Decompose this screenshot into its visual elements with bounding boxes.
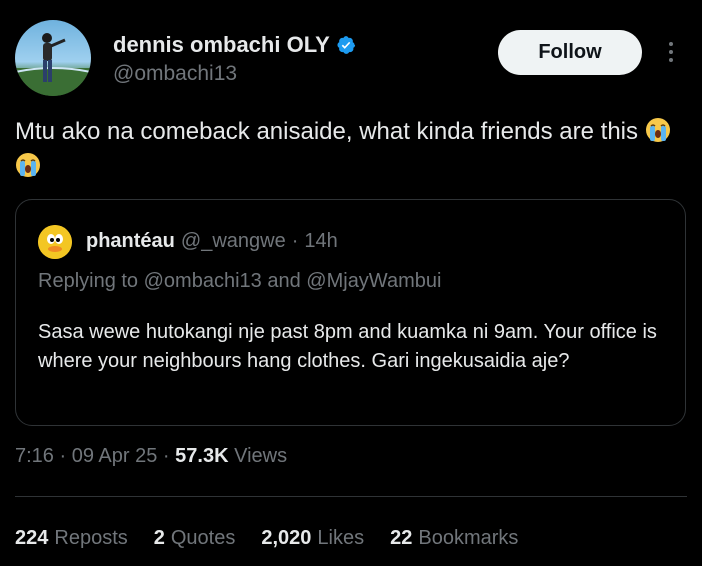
tweet-time[interactable]: 7:16 — [15, 445, 54, 467]
reply-and-label: and — [267, 270, 301, 292]
quoted-author-avatar[interactable] — [38, 225, 72, 259]
bookmarks-stat[interactable]: 22 Bookmarks — [390, 527, 518, 550]
quotes-stat[interactable]: 2 Quotes — [154, 527, 236, 550]
quoted-author-handle[interactable]: @_wangwe — [181, 230, 286, 253]
loudly-crying-face-icon — [645, 118, 670, 142]
likes-stat[interactable]: 2,020 Likes — [261, 527, 364, 550]
duck-avatar-icon — [38, 225, 72, 259]
bookmarks-count: 22 — [390, 527, 413, 549]
divider — [15, 496, 687, 497]
views-count: 57.3K — [175, 445, 229, 467]
replying-to-line: Replying to @ombachi13 and @MjayWambui — [38, 270, 441, 293]
tweet-header: dennis ombachi OLY @ombachi13 Follow — [15, 20, 687, 100]
views-label: Views — [234, 445, 288, 467]
quotes-label: Quotes — [170, 527, 236, 549]
likes-label: Likes — [317, 527, 365, 549]
loudly-crying-face-icon — [16, 153, 40, 177]
author-handle[interactable]: @ombachi13 — [113, 62, 237, 86]
verified-badge-icon — [337, 36, 355, 54]
separator-dot: · — [59, 445, 67, 467]
separator-dot: · — [162, 445, 170, 467]
reply-user-mjaywambui[interactable]: @MjayWambui — [306, 270, 441, 292]
more-options-icon[interactable] — [665, 38, 677, 70]
reposts-stat[interactable]: 224 Reposts — [15, 527, 128, 550]
author-name[interactable]: dennis ombachi OLY — [113, 32, 330, 58]
reply-user-ombachi13[interactable]: @ombachi13 — [144, 270, 262, 292]
author-avatar[interactable] — [15, 20, 91, 96]
quoted-author-name[interactable]: phantéau — [86, 230, 175, 253]
tweet-meta: 7:16 · 09 Apr 25 · 57.3K Views — [15, 445, 287, 468]
quoted-tweet[interactable]: phantéau @_wangwe · 14h Replying to @omb… — [15, 199, 686, 426]
likes-count: 2,020 — [261, 527, 312, 549]
tweet-body: Mtu ako na comeback anisaide, what kinda… — [15, 118, 639, 145]
engagement-stats: 224 Reposts 2 Quotes 2,020 Likes 22 Bookmark… — [15, 527, 518, 550]
follow-button[interactable]: Follow — [498, 30, 642, 75]
avatar-photo — [15, 33, 91, 96]
tweet-date[interactable]: 09 Apr 25 — [72, 445, 158, 467]
reposts-label: Reposts — [54, 527, 128, 549]
quotes-count: 2 — [153, 527, 165, 549]
quoted-timestamp[interactable]: 14h — [304, 230, 337, 253]
bookmarks-label: Bookmarks — [418, 527, 519, 549]
separator-dot: · — [291, 230, 299, 252]
replying-to-label: Replying to — [38, 270, 139, 292]
reposts-count: 224 — [15, 527, 49, 549]
quoted-tweet-text: Sasa wewe hutokangi nje past 8pm and kua… — [38, 321, 657, 372]
tweet-text: Mtu ako na comeback anisaide, what kinda… — [15, 114, 675, 184]
